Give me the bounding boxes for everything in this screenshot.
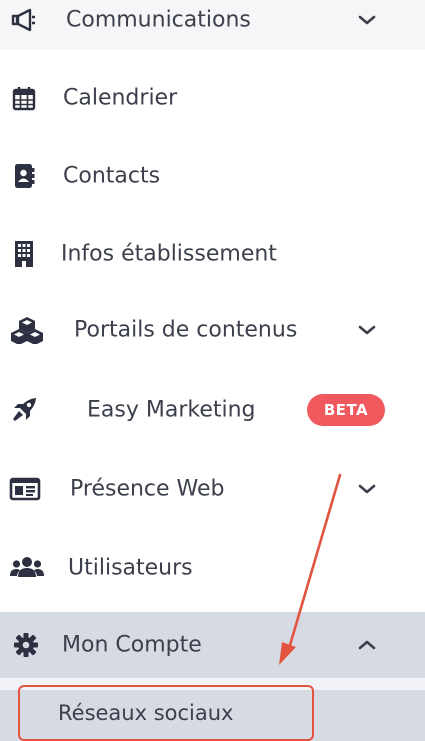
sidebar-item-utilisateurs[interactable]: Utilisateurs — [0, 538, 425, 598]
address-book-icon — [10, 162, 38, 190]
chevron-down-icon[interactable] — [356, 478, 378, 500]
sidebar-item-mon-compte[interactable]: Mon Compte — [0, 612, 425, 678]
sidebar-item-label: Easy Marketing — [87, 397, 256, 423]
calendar-icon — [10, 84, 38, 112]
building-icon — [10, 240, 38, 268]
sidebar-item-calendrier[interactable]: Calendrier — [0, 68, 425, 128]
sidebar-item-label: Mon Compte — [62, 632, 202, 658]
sidebar-item-portails-de-contenus[interactable]: Portails de contenus — [0, 300, 425, 360]
rocket-icon — [10, 396, 38, 424]
users-icon — [10, 554, 44, 582]
chevron-down-icon[interactable] — [356, 319, 378, 341]
sidebar-item-infos-etablissement[interactable]: Infos établissement — [0, 224, 425, 284]
chevron-up-icon[interactable] — [356, 634, 378, 656]
sidebar-item-label: Infos établissement — [61, 241, 277, 267]
sidebar-item-contacts[interactable]: Contacts — [0, 146, 425, 206]
sidebar-item-easy-marketing[interactable]: Easy Marketing BETA — [0, 380, 425, 440]
sidebar-item-label: Communications — [66, 7, 251, 33]
id-card-icon — [9, 475, 41, 503]
submenu-item-label: Réseaux sociaux — [58, 701, 234, 725]
sidebar-item-label: Utilisateurs — [68, 555, 193, 581]
chevron-down-icon[interactable] — [356, 9, 378, 31]
gear-icon — [12, 631, 40, 659]
sidebar-item-communications[interactable]: Communications — [0, 0, 425, 50]
submenu-item-reseaux-sociaux[interactable]: Réseaux sociaux — [18, 685, 314, 741]
megaphone-icon — [10, 6, 38, 34]
sidebar-item-label: Contacts — [63, 163, 161, 189]
sidebar-item-label: Calendrier — [63, 85, 178, 111]
sidebar-item-presence-web[interactable]: Présence Web — [0, 459, 425, 519]
beta-badge: BETA — [307, 394, 385, 426]
cubes-icon — [10, 316, 44, 344]
sidebar-item-label: Portails de contenus — [74, 317, 298, 343]
sidebar-item-label: Présence Web — [70, 476, 225, 502]
sidebar-menu: Communications Calendrier Contacts Infos… — [0, 0, 425, 741]
